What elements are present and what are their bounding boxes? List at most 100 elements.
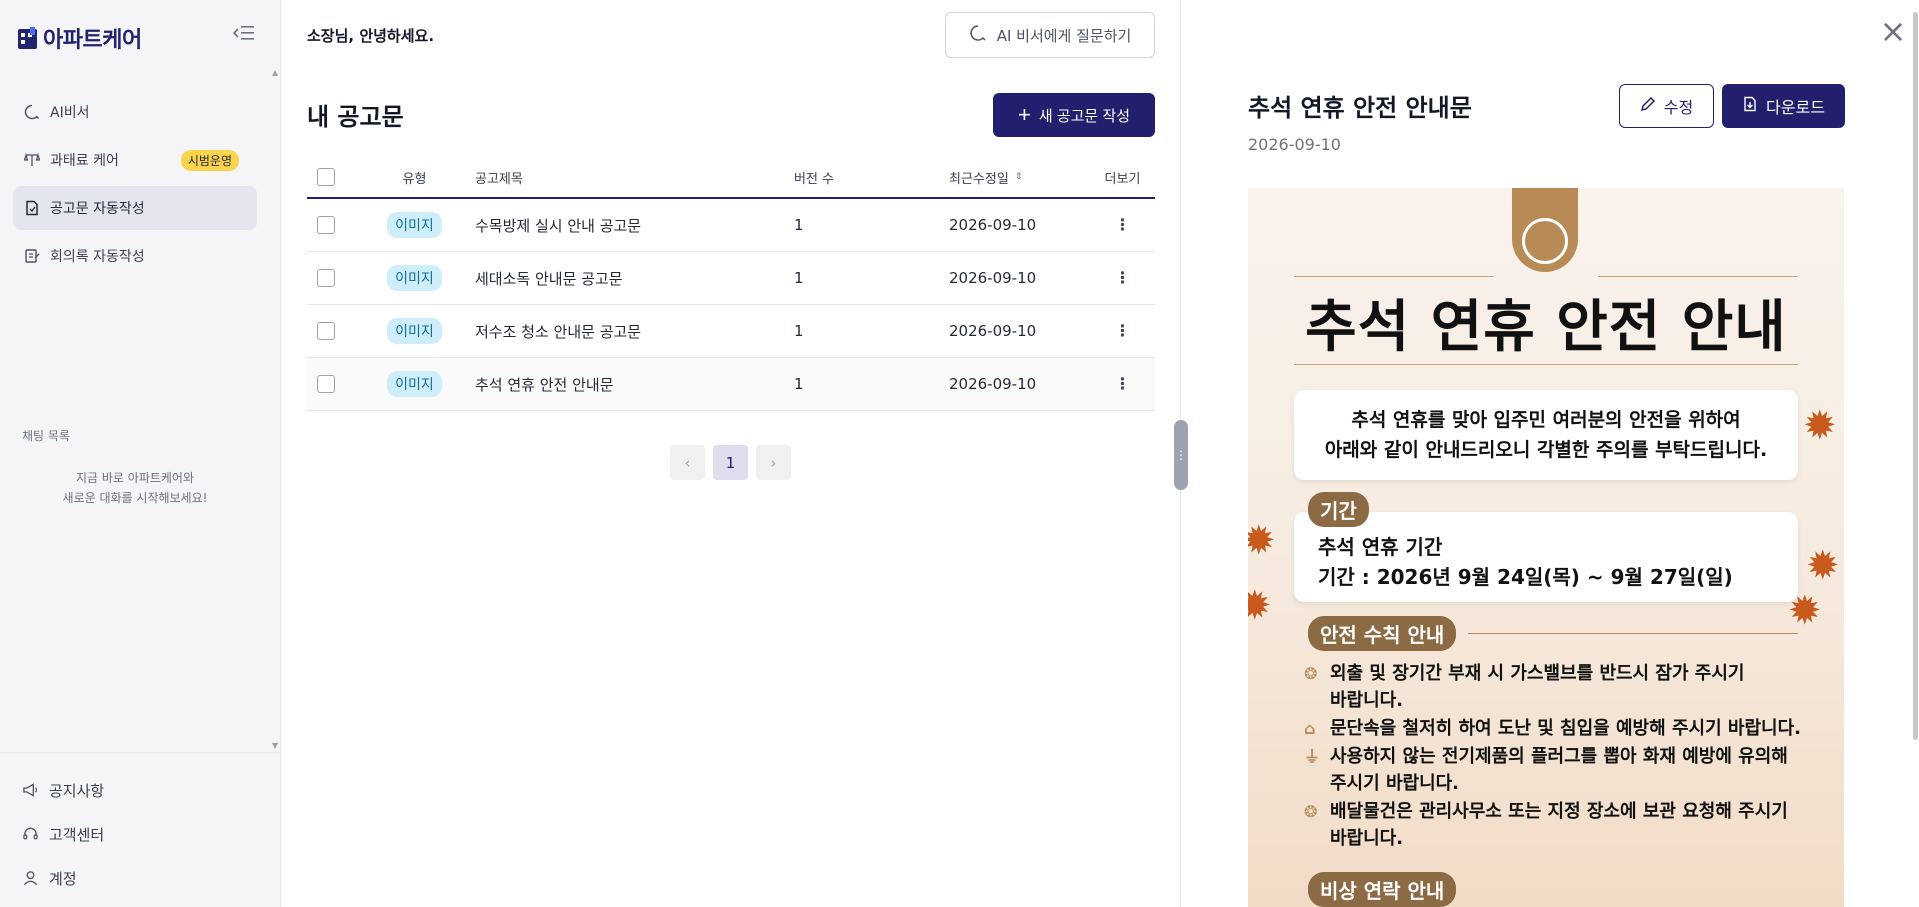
column-header-updated[interactable]: 최근수정일 ⇕ <box>949 168 1090 187</box>
poster-period-line: 기간 : 2026년 9월 24일(목) ~ 9월 27일(일) <box>1318 565 1733 589</box>
edit-button-label: 수정 <box>1663 98 1694 117</box>
safety-item-line: 문단속을 철저히 하여 도난 및 침입을 예방해 주시기 바랍니다. <box>1330 718 1801 739</box>
poster-safety-list: ❂ 외출 및 장기간 부재 시 가스밸브를 반드시 잠가 주시기 바랍니다. ⌂ … <box>1304 660 1824 853</box>
safety-item-line: 사용하지 않는 전기제품의 플러그를 뽑아 화재 예방에 유의해 <box>1330 746 1788 767</box>
poster-period-label: 기간 <box>1308 492 1369 527</box>
sidebar-item-fine-care[interactable]: 과태료 케어 시범운영 <box>13 138 257 182</box>
new-notice-button[interactable]: + 새 공고문 작성 <box>993 93 1155 137</box>
sidebar-item-label: AI비서 <box>50 105 90 121</box>
page-title: 내 공고문 <box>307 103 404 131</box>
sidebar-item-label: 공지사항 <box>49 781 105 800</box>
notice-table: 유형 공고제목 버전 수 최근수정일 ⇕ 더보기 이미지 수목방제 실시 안내 … <box>307 157 1155 411</box>
pilot-badge: 시범운영 <box>180 149 239 171</box>
safety-item-line: 주시기 바랍니다. <box>1330 773 1460 794</box>
edit-button[interactable]: 수정 <box>1619 84 1714 128</box>
more-vertical-icon[interactable]: ⋮ <box>1115 376 1131 392</box>
pagination: ‹ 1 › <box>670 445 791 480</box>
maple-leaf-icon: ✹ <box>1248 518 1276 564</box>
row-checkbox[interactable] <box>317 322 335 340</box>
row-checkbox[interactable] <box>317 375 335 393</box>
sidebar-item-account[interactable]: 계정 <box>22 856 104 900</box>
frame-line <box>1598 276 1798 277</box>
row-updated: 2026-09-10 <box>949 216 1037 234</box>
logo[interactable]: 아파트케어 <box>18 22 142 54</box>
download-file-icon <box>1742 96 1758 116</box>
safety-item: ❂ 배달물건은 관리사무소 또는 지정 장소에 보관 요청해 주시기 바랍니다. <box>1304 798 1824 852</box>
pencil-icon <box>1640 96 1656 116</box>
column-header-updated-label: 최근수정일 <box>949 171 1009 187</box>
preview-scrollbar[interactable] <box>1913 12 1918 740</box>
sort-icon[interactable]: ⇕ <box>1015 172 1023 182</box>
chat-empty-message: 지금 바로 아파트케어와 새로운 대화를 시작해보세요! <box>0 468 270 508</box>
sidebar-item-minutes-writer[interactable]: 회의록 자동작성 <box>13 234 257 278</box>
safety-item-line: 외출 및 장기간 부재 시 가스밸브를 반드시 잠가 주시기 <box>1330 663 1745 684</box>
megaphone-icon <box>22 782 39 799</box>
row-version: 1 <box>794 216 804 234</box>
sidebar-bottom-nav: 공지사항 고객센터 계정 <box>22 768 104 900</box>
table-row[interactable]: 이미지 저수조 청소 안내문 공고문 1 2026-09-10 ⋮ <box>307 305 1155 358</box>
select-all-checkbox[interactable] <box>317 168 335 186</box>
scroll-up-arrow-icon[interactable]: ▲ <box>272 68 278 77</box>
headset-icon <box>22 826 39 843</box>
frame-line <box>1294 276 1494 277</box>
sidebar-item-label: 고객센터 <box>49 825 105 844</box>
document-icon <box>23 200 40 217</box>
table-row[interactable]: 이미지 수목방제 실시 안내 공고문 1 2026-09-10 ⋮ <box>307 199 1155 252</box>
ask-ai-button-label: AI 비서에게 질문하기 <box>996 26 1132 45</box>
poster-intro-box: 추석 연휴를 맞아 입주민 여러분의 안전을 위하여 아래와 같이 안내드리오니… <box>1294 390 1798 480</box>
ask-ai-button[interactable]: AI 비서에게 질문하기 <box>945 12 1155 58</box>
row-checkbox[interactable] <box>317 216 335 234</box>
row-title[interactable]: 수목방제 실시 안내 공고문 <box>457 215 794 236</box>
more-vertical-icon[interactable]: ⋮ <box>1115 217 1131 233</box>
poster-emergency-label: 비상 연락 안내 <box>1308 872 1457 907</box>
safety-item: ⏚ 사용하지 않는 전기제품의 플러그를 뽑아 화재 예방에 유의해 주시기 바랍… <box>1304 743 1824 797</box>
more-vertical-icon[interactable]: ⋮ <box>1115 270 1131 286</box>
frame-line <box>1294 364 1798 365</box>
close-icon[interactable]: × <box>1876 14 1910 48</box>
poster-intro-line: 추석 연휴를 맞아 입주민 여러분의 안전을 위하여 <box>1351 409 1741 431</box>
row-updated: 2026-09-10 <box>949 375 1037 393</box>
page-button-current[interactable]: 1 <box>713 445 748 480</box>
next-page-button[interactable]: › <box>756 445 791 480</box>
sidebar-divider <box>0 752 281 753</box>
sidebar-collapse-icon[interactable] <box>232 24 257 44</box>
sidebar-nav: AI비서 과태료 케어 시범운영 공고문 자동작성 회의록 자동작성 <box>13 90 257 282</box>
ai-chat-icon <box>969 24 987 46</box>
type-badge: 이미지 <box>387 371 442 397</box>
notice-poster-image: 추석 연휴 안전 안내 ✹ ✹ ✹ ✹ ✹ 추석 연휴를 맞아 입주민 여러분의… <box>1248 188 1844 907</box>
column-header-title: 공고제목 <box>475 171 523 187</box>
row-title[interactable]: 추석 연휴 안전 안내문 <box>457 374 794 395</box>
sidebar-item-notices[interactable]: 공지사항 <box>22 768 104 812</box>
row-title[interactable]: 저수조 청소 안내문 공고문 <box>457 321 794 342</box>
user-icon <box>22 870 39 887</box>
table-row[interactable]: 이미지 세대소독 안내문 공고문 1 2026-09-10 ⋮ <box>307 252 1155 305</box>
preview-panel: × 추석 연휴 안전 안내문 2026-09-10 수정 다운로드 추석 연휴 … <box>1182 0 1919 907</box>
column-header-type: 유형 <box>402 171 427 187</box>
row-title[interactable]: 세대소독 안내문 공고문 <box>457 268 794 289</box>
sidebar-item-notice-writer[interactable]: 공고문 자동작성 <box>13 186 257 230</box>
lock-icon: ⌂ <box>1304 719 1316 738</box>
maple-leaf-icon: ✹ <box>1248 583 1272 629</box>
scroll-down-arrow-icon[interactable]: ▼ <box>272 741 278 750</box>
safety-item-line: 배달물건은 관리사무소 또는 지정 장소에 보관 요청해 주시기 <box>1330 801 1788 822</box>
main-content: 소장님, 안녕하세요. AI 비서에게 질문하기 내 공고문 + 새 공고문 작… <box>282 0 1181 907</box>
gas-valve-icon: ❂ <box>1304 664 1318 683</box>
scale-icon <box>23 152 40 169</box>
poster-period-box: 추석 연휴 기간 기간 : 2026년 9월 24일(목) ~ 9월 27일(일… <box>1294 512 1798 602</box>
more-vertical-icon[interactable]: ⋮ <box>1115 323 1131 339</box>
section-line <box>1468 633 1798 634</box>
row-checkbox[interactable] <box>317 269 335 287</box>
new-notice-button-label: 새 공고문 작성 <box>1038 107 1130 125</box>
maple-leaf-icon: ✹ <box>1803 403 1837 449</box>
sidebar-item-support[interactable]: 고객센터 <box>22 812 104 856</box>
column-header-version: 버전 수 <box>794 171 835 187</box>
sidebar-item-ai-assistant[interactable]: AI비서 <box>13 90 257 134</box>
prev-page-button[interactable]: ‹ <box>670 445 705 480</box>
sidebar-item-label: 계정 <box>49 869 77 888</box>
chat-list-title: 채팅 목록 <box>22 429 70 443</box>
sidebar-item-label: 회의록 자동작성 <box>50 249 145 265</box>
type-badge: 이미지 <box>387 318 442 344</box>
chat-empty-line: 새로운 대화를 시작해보세요! <box>62 491 208 505</box>
table-row[interactable]: 이미지 추석 연휴 안전 안내문 1 2026-09-10 ⋮ <box>307 358 1155 411</box>
download-button[interactable]: 다운로드 <box>1722 84 1845 128</box>
